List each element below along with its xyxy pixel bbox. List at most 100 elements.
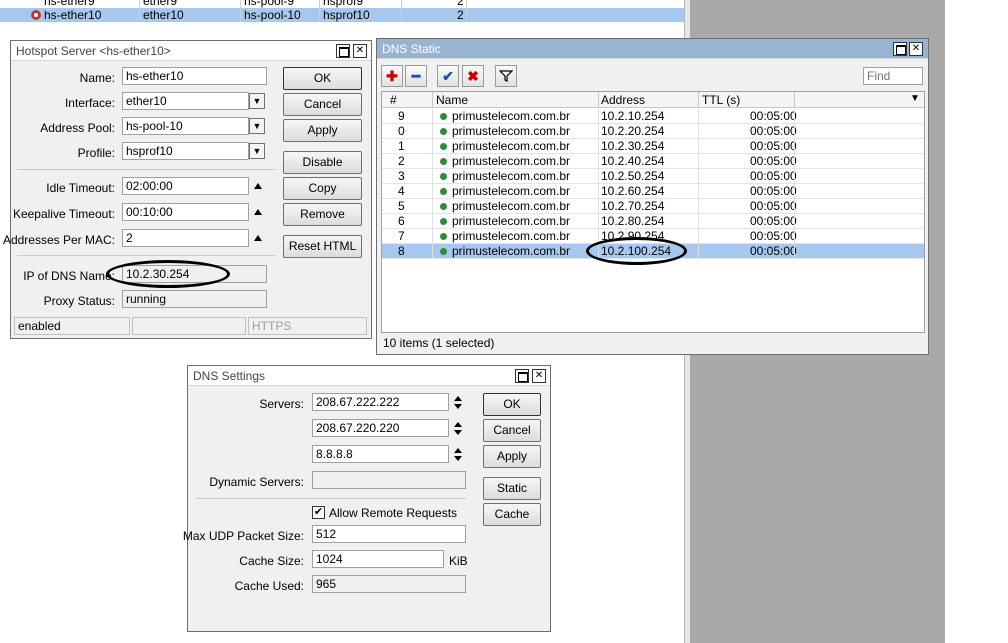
- title-bar[interactable]: DNS Settings ✕: [188, 366, 550, 386]
- address-pool-select[interactable]: hs-pool-10: [122, 117, 249, 135]
- ok-button[interactable]: OK: [483, 393, 541, 416]
- row-ttl: 00:05:00: [750, 109, 797, 123]
- disable-icon[interactable]: ✖: [462, 65, 484, 87]
- dropdown-arrow-icon[interactable]: ▼: [249, 143, 265, 159]
- allow-remote-checkbox[interactable]: ✔: [312, 506, 325, 519]
- cancel-button[interactable]: Cancel: [483, 419, 541, 442]
- column-num[interactable]: #: [390, 93, 397, 107]
- reorder-icon[interactable]: [453, 422, 463, 436]
- column-divider: [432, 214, 433, 229]
- max-udp-label: Max UDP Packet Size:: [182, 529, 304, 543]
- column-menu-icon[interactable]: ▼: [910, 93, 920, 104]
- table-row[interactable]: 4 primustelecom.com.br 10.2.60.254 00:05:00: [382, 184, 924, 199]
- table-row[interactable]: 7 primustelecom.com.br 10.2.90.254 00:05:00: [382, 229, 924, 244]
- server-field-3[interactable]: 8.8.8.8: [312, 445, 449, 463]
- table-row[interactable]: hs-ether9 ether9 hs-pool-9 hsprof9 2: [0, 0, 684, 8]
- table-row[interactable]: 6 primustelecom.com.br 10.2.80.254 00:05:00: [382, 214, 924, 229]
- reorder-icon[interactable]: [453, 396, 463, 410]
- addresses-per-mac-field[interactable]: 2: [122, 229, 249, 247]
- row-address: 10.2.70.254: [601, 199, 665, 213]
- row-address: 10.2.90.254: [601, 229, 665, 243]
- idle-timeout-field[interactable]: 02:00:00: [122, 177, 249, 195]
- row-name: hs-ether10: [44, 8, 102, 22]
- close-icon[interactable]: ✕: [909, 42, 923, 56]
- maximize-icon[interactable]: [893, 42, 907, 56]
- table-row[interactable]: 1 primustelecom.com.br 10.2.30.254 00:05:00: [382, 139, 924, 154]
- copy-button[interactable]: Copy: [283, 177, 362, 200]
- dns-name-field[interactable]: 10.2.30.254: [122, 265, 267, 283]
- keepalive-timeout-label: Keepalive Timeout:: [12, 207, 115, 221]
- close-icon[interactable]: ✕: [353, 44, 367, 58]
- column-address[interactable]: Address: [601, 93, 645, 107]
- row-num: 5: [398, 199, 405, 213]
- column-divider: [598, 229, 599, 244]
- column-divider: [139, 0, 140, 22]
- dropdown-arrow-icon[interactable]: ▼: [249, 118, 265, 134]
- servers-label: Servers:: [259, 397, 304, 411]
- column-divider: [598, 184, 599, 199]
- column-divider: [698, 124, 699, 139]
- table-row[interactable]: 8 primustelecom.com.br 10.2.100.254 00:05:0…: [382, 244, 924, 259]
- static-button[interactable]: Static: [483, 477, 541, 500]
- table-row[interactable]: 5 primustelecom.com.br 10.2.70.254 00:05:00: [382, 199, 924, 214]
- name-field[interactable]: hs-ether10: [122, 67, 267, 85]
- server-field-2[interactable]: 208.67.220.220: [312, 419, 449, 437]
- cache-size-field[interactable]: 1024: [312, 550, 444, 568]
- table-row[interactable]: hs-ether10 ether10 hs-pool-10 hsprof10 2: [0, 8, 684, 22]
- cache-button[interactable]: Cache: [483, 503, 541, 526]
- row-name: primustelecom.com.br: [452, 184, 571, 198]
- row-ttl: 00:05:00: [750, 214, 797, 228]
- title-bar[interactable]: Hotspot Server <hs-ether10> ✕: [11, 41, 371, 61]
- up-arrow-icon[interactable]: [254, 209, 262, 215]
- dropdown-arrow-icon[interactable]: ▼: [249, 93, 265, 109]
- cancel-button[interactable]: Cancel: [283, 93, 362, 116]
- remove-button[interactable]: Remove: [283, 203, 362, 226]
- column-divider: [698, 214, 699, 229]
- table-row[interactable]: 9 primustelecom.com.br 10.2.10.254 00:05:00: [382, 109, 924, 124]
- row-num: 4: [398, 184, 405, 198]
- interface-select[interactable]: ether10: [122, 92, 249, 110]
- column-ttl[interactable]: TTL (s): [702, 93, 740, 107]
- row-ttl: 00:05:00: [750, 124, 797, 138]
- reset-html-button[interactable]: Reset HTML: [283, 235, 362, 258]
- server-field-1[interactable]: 208.67.222.222: [312, 393, 449, 411]
- maximize-icon[interactable]: [336, 44, 350, 58]
- row-num: 0: [398, 124, 405, 138]
- maximize-icon[interactable]: [515, 369, 529, 383]
- apply-button[interactable]: Apply: [483, 445, 541, 468]
- enable-icon[interactable]: ✔: [437, 65, 459, 87]
- table-row[interactable]: 3 primustelecom.com.br 10.2.50.254 00:05:00: [382, 169, 924, 184]
- up-arrow-icon[interactable]: [254, 235, 262, 241]
- list-status: 10 items (1 selected): [383, 336, 495, 350]
- row-ttl: 00:05:00: [750, 154, 797, 168]
- find-input[interactable]: [863, 67, 923, 85]
- row-num: 6: [398, 214, 405, 228]
- cache-used-label: Cache Used:: [234, 579, 304, 593]
- max-udp-field[interactable]: 512: [312, 525, 466, 543]
- status-cell: [132, 317, 246, 335]
- column-divider: [240, 0, 241, 22]
- profile-select[interactable]: hsprof10: [122, 142, 249, 160]
- title-bar[interactable]: DNS Static ✕: [377, 39, 928, 59]
- row-address: 10.2.40.254: [601, 154, 665, 168]
- ok-button[interactable]: OK: [283, 67, 362, 90]
- column-divider: [432, 154, 433, 169]
- up-arrow-icon[interactable]: [254, 183, 262, 189]
- reorder-icon[interactable]: [453, 448, 463, 462]
- list-header: # Name Address TTL (s) ▼: [382, 92, 924, 108]
- row-count: 2: [457, 8, 464, 22]
- disable-button[interactable]: Disable: [283, 151, 362, 174]
- keepalive-timeout-field[interactable]: 00:10:00: [122, 203, 249, 221]
- add-icon[interactable]: ✚: [381, 65, 403, 87]
- table-row[interactable]: 0 primustelecom.com.br 10.2.20.254 00:05:00: [382, 124, 924, 139]
- row-name: primustelecom.com.br: [452, 199, 571, 213]
- row-num: 8: [398, 244, 405, 258]
- proxy-status-label: Proxy Status:: [43, 294, 115, 308]
- filter-icon[interactable]: [495, 65, 517, 87]
- apply-button[interactable]: Apply: [283, 119, 362, 142]
- close-icon[interactable]: ✕: [532, 369, 546, 383]
- table-row[interactable]: 2 primustelecom.com.br 10.2.40.254 00:05:00: [382, 154, 924, 169]
- remove-icon[interactable]: ━: [405, 65, 427, 87]
- row-num: 3: [398, 169, 405, 183]
- column-name[interactable]: Name: [436, 93, 468, 107]
